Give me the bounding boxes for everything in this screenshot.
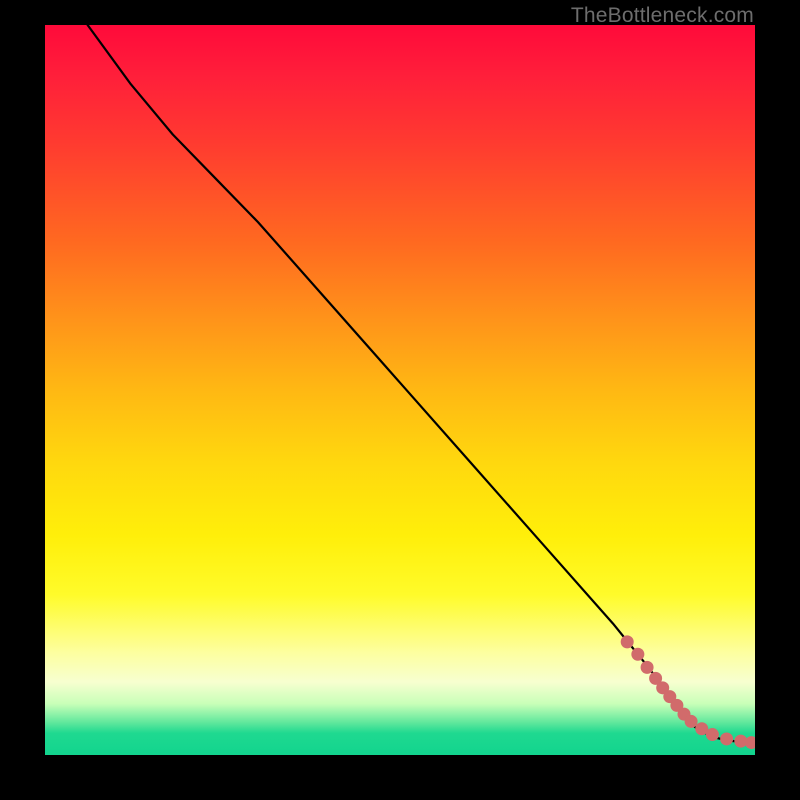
scatter-dot xyxy=(720,732,733,745)
scatter-dot xyxy=(706,728,719,741)
curve-line xyxy=(88,25,755,743)
scatter-dot xyxy=(631,648,644,661)
scatter-dots xyxy=(621,635,755,749)
chart-frame: TheBottleneck.com xyxy=(0,0,800,800)
plot-area xyxy=(45,25,755,755)
scatter-dot xyxy=(685,715,698,728)
scatter-dot xyxy=(641,661,654,674)
chart-svg xyxy=(45,25,755,755)
watermark-text: TheBottleneck.com xyxy=(571,4,754,28)
scatter-dot xyxy=(621,635,634,648)
